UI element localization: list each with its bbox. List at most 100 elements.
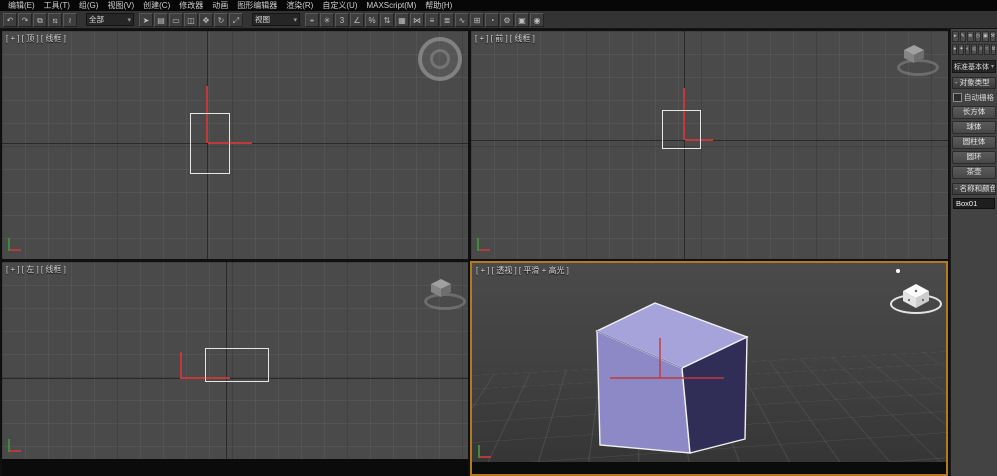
bind-to-space-warp-icon[interactable]: ≀ bbox=[63, 12, 77, 27]
select-and-rotate-icon[interactable]: ↻ bbox=[214, 12, 228, 27]
utilities-tab[interactable]: ⚒ bbox=[989, 31, 996, 42]
viewport-left[interactable]: [ + ] [ 左 ] [ 线框 ] bbox=[2, 262, 468, 476]
display-tab[interactable]: ▣ bbox=[982, 31, 989, 42]
primitive-button[interactable]: 圆环 bbox=[952, 151, 996, 164]
primitive-button[interactable]: 茶壶 bbox=[952, 166, 996, 179]
spinner-snap-icon[interactable]: ⇅ bbox=[380, 12, 394, 27]
viewport-top[interactable]: [ + ] [ 顶 ] [ 线框 ] bbox=[2, 31, 468, 259]
angle-snap-icon[interactable]: ∠ bbox=[350, 12, 364, 27]
menu-item[interactable]: 工具(T) bbox=[44, 0, 70, 11]
systems-category[interactable]: ⚙ bbox=[990, 44, 996, 55]
icon-glyph: ↻ bbox=[217, 15, 225, 25]
menu-item[interactable]: 视图(V) bbox=[107, 0, 134, 11]
chevron-down-icon: ▾ bbox=[990, 64, 994, 70]
select-object-icon[interactable]: ➤ bbox=[139, 12, 153, 27]
box-object[interactable] bbox=[472, 263, 946, 474]
rendered-frame-icon[interactable]: ▣ bbox=[515, 12, 529, 27]
menu-item[interactable]: 渲染(R) bbox=[286, 0, 313, 11]
select-and-scale-icon[interactable]: ⤢ bbox=[229, 12, 243, 27]
menu-item[interactable]: 修改器 bbox=[179, 0, 203, 11]
icon-glyph: ≣ bbox=[443, 15, 451, 25]
icon-glyph: ≀ bbox=[68, 15, 72, 25]
hierarchy-tab[interactable]: ≣ bbox=[967, 31, 974, 42]
align-icon[interactable]: ≡ bbox=[425, 12, 439, 27]
menu-item[interactable]: MAXScript(M) bbox=[366, 0, 416, 11]
select-and-link-icon[interactable]: ⧉ bbox=[33, 12, 47, 27]
shapes-category[interactable]: ✦ bbox=[958, 44, 964, 55]
icon-glyph: ◉ bbox=[533, 15, 541, 25]
create-subtype-tabs: ● ✦ ◐ ◎ ⌗ ≈ ⚙ bbox=[952, 44, 996, 55]
viewport-perspective[interactable]: [ + ] [ 透视 ] [ 平滑 + 高光 ] bbox=[470, 261, 948, 476]
viewport-front[interactable]: [ + ] [ 前 ] [ 线框 ] bbox=[471, 31, 948, 259]
selected-box-wireframe[interactable] bbox=[662, 110, 701, 149]
viewport-perspective-label[interactable]: [ + ] [ 透视 ] [ 平滑 + 高光 ] bbox=[476, 265, 569, 276]
select-and-manipulate-icon[interactable]: ✳ bbox=[320, 12, 334, 27]
lights-category[interactable]: ◐ bbox=[964, 44, 971, 55]
viewport-bottom-mask bbox=[2, 459, 468, 476]
render-production-icon[interactable]: ◉ bbox=[530, 12, 544, 27]
space-warps-category[interactable]: ≈ bbox=[984, 44, 990, 55]
unlink-selection-icon[interactable]: ⧅ bbox=[48, 12, 62, 27]
selection-filter-select[interactable]: 全部 ▾ bbox=[86, 13, 134, 26]
layer-manager-icon[interactable]: ≣ bbox=[440, 12, 454, 27]
icon-glyph: % bbox=[368, 15, 376, 25]
icon-glyph: ✥ bbox=[202, 15, 210, 25]
mirror-icon[interactable]: ⋈ bbox=[410, 12, 424, 27]
modify-tab[interactable]: ✎ bbox=[959, 31, 966, 42]
render-setup-icon[interactable]: ⚙ bbox=[500, 12, 514, 27]
viewport-front-label[interactable]: [ + ] [ 前 ] [ 线框 ] bbox=[475, 33, 535, 44]
create-tab[interactable]: ▸ bbox=[952, 31, 959, 42]
window-crossing-icon[interactable]: ◫ bbox=[184, 12, 198, 27]
autogrid-checkbox[interactable] bbox=[953, 93, 962, 102]
menu-item[interactable]: 创建(C) bbox=[143, 0, 170, 11]
primitive-button[interactable]: 圆柱体 bbox=[952, 136, 996, 149]
selected-box-wireframe[interactable] bbox=[205, 348, 269, 382]
selected-box-wireframe[interactable] bbox=[190, 113, 230, 174]
viewport-left-label[interactable]: [ + ] [ 左 ] [ 线框 ] bbox=[6, 264, 66, 275]
schematic-view-icon[interactable]: ⊞ bbox=[470, 12, 484, 27]
menu-item[interactable]: 组(G) bbox=[79, 0, 99, 11]
tab-glyph: ◷ bbox=[975, 33, 980, 39]
icon-glyph: ⧉ bbox=[37, 15, 43, 25]
select-by-name-icon[interactable]: ▤ bbox=[154, 12, 168, 27]
menu-item[interactable]: 图形编辑器 bbox=[237, 0, 277, 11]
icon-glyph: ↶ bbox=[6, 15, 14, 25]
world-axis-tripod bbox=[477, 235, 493, 251]
icon-glyph: ≡ bbox=[429, 15, 435, 25]
object-type-rollout[interactable]: - 对象类型 bbox=[952, 77, 996, 89]
name-color-rollout[interactable]: - 名称和颜色 bbox=[952, 183, 996, 195]
icon-glyph: ⧅ bbox=[52, 15, 58, 25]
menu-item[interactable]: 自定义(U) bbox=[322, 0, 357, 11]
menu-item[interactable]: 动画 bbox=[212, 0, 228, 11]
autogrid-label: 自动栅格 bbox=[964, 93, 994, 102]
viewcube-icon[interactable] bbox=[430, 278, 452, 298]
use-pivot-point-icon[interactable]: ⌖ bbox=[305, 12, 319, 27]
rectangular-selection-region-icon[interactable]: ▭ bbox=[169, 12, 183, 27]
viewcube-icon[interactable] bbox=[903, 44, 925, 64]
primitive-button[interactable]: 球体 bbox=[952, 121, 996, 134]
chevron-down-icon: ▾ bbox=[127, 16, 131, 24]
viewcube-ring[interactable] bbox=[418, 37, 462, 81]
helpers-category[interactable]: ⌗ bbox=[977, 44, 984, 55]
reference-coordinate-select[interactable]: 视图 ▾ bbox=[252, 13, 300, 26]
icon-glyph: ◫ bbox=[187, 15, 195, 25]
material-editor-icon[interactable]: ◔ bbox=[485, 12, 499, 27]
select-and-move-icon[interactable]: ✥ bbox=[199, 12, 213, 27]
menu-item[interactable]: 帮助(H) bbox=[425, 0, 452, 11]
primitive-button[interactable]: 长方体 bbox=[952, 106, 996, 119]
viewport-top-label[interactable]: [ + ] [ 顶 ] [ 线框 ] bbox=[6, 33, 66, 44]
percent-snap-icon[interactable]: % bbox=[365, 12, 379, 27]
viewcube-icon[interactable] bbox=[902, 283, 930, 309]
object-name-field[interactable]: Box01 bbox=[953, 198, 995, 209]
snaps-toggle-icon[interactable]: 3 bbox=[335, 12, 349, 27]
toolbar-group-tools: ⌖ ✳ 3 ∠% ⇅ ▦ ⋈ ≡ ≣ ∿ ⊞ ◔ ⚙ ▣ ◉ bbox=[305, 12, 544, 27]
motion-tab[interactable]: ◷ bbox=[974, 31, 981, 42]
cameras-category[interactable]: ◎ bbox=[971, 44, 977, 55]
curve-editor-icon[interactable]: ∿ bbox=[455, 12, 469, 27]
primitive-category-select[interactable]: 标准基本体 ▾ bbox=[952, 60, 996, 73]
edit-named-selection-sets-icon[interactable]: ▦ bbox=[395, 12, 409, 27]
geometry-category[interactable]: ● bbox=[952, 44, 958, 55]
menu-item[interactable]: 编辑(E) bbox=[8, 0, 35, 11]
redo-icon[interactable]: ↷ bbox=[18, 12, 32, 27]
undo-icon[interactable]: ↶ bbox=[3, 12, 17, 27]
